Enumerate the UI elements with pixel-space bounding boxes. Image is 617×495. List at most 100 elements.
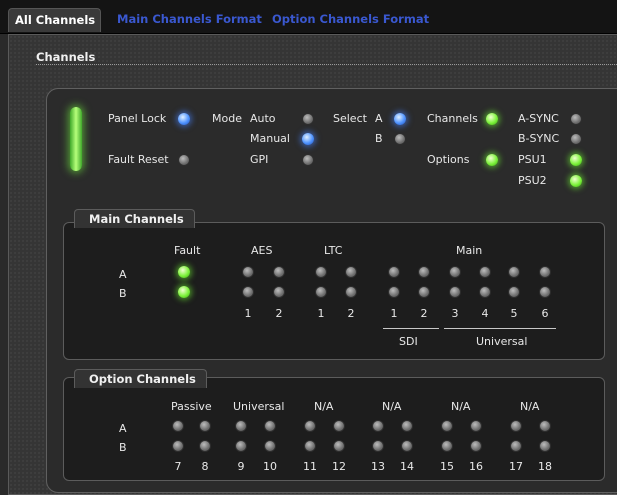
option-ch16-number: 16 bbox=[469, 460, 483, 473]
mode-manual-label: Manual bbox=[250, 132, 290, 145]
main-5-number: 5 bbox=[510, 307, 518, 320]
option-ch13-a-led bbox=[372, 420, 384, 432]
main-3-b-led bbox=[449, 286, 461, 298]
panel-lock-led[interactable] bbox=[178, 113, 190, 125]
option-ch16-b-led bbox=[470, 440, 482, 452]
sdi-divider bbox=[383, 328, 439, 329]
option-ch8-b-led bbox=[199, 440, 211, 452]
option-ch9-number: 9 bbox=[237, 460, 245, 473]
option-ch7-a-led bbox=[172, 420, 184, 432]
option-ch18-number: 18 bbox=[538, 460, 552, 473]
ltc-2-b-led bbox=[345, 286, 357, 298]
fault-reset-led[interactable] bbox=[178, 154, 190, 166]
option-ch18-a-led bbox=[539, 420, 551, 432]
ltc-2-a-led bbox=[345, 266, 357, 278]
psu2-label: PSU2 bbox=[518, 174, 547, 187]
option-ch17-a-led bbox=[510, 420, 522, 432]
fault-reset-label: Fault Reset bbox=[108, 153, 169, 166]
option-ch12-number: 12 bbox=[332, 460, 346, 473]
tab-all-channels[interactable]: All Channels bbox=[8, 8, 101, 32]
main-row-b-label: B bbox=[119, 287, 127, 300]
mode-gpi-led[interactable] bbox=[302, 154, 314, 166]
option-row-a-label: A bbox=[119, 422, 127, 435]
mode-auto-led[interactable] bbox=[302, 113, 314, 125]
option-ch13-number: 13 bbox=[371, 460, 385, 473]
main-4-b-led bbox=[479, 286, 491, 298]
option-header-na-3: N/A bbox=[451, 400, 471, 413]
option-header-universal: Universal bbox=[233, 400, 285, 413]
option-ch17-number: 17 bbox=[509, 460, 523, 473]
sdi-label: SDI bbox=[399, 335, 418, 348]
fault-header: Fault bbox=[174, 244, 201, 257]
main-1-b-led bbox=[388, 286, 400, 298]
psu2-led bbox=[570, 175, 582, 187]
option-ch11-b-led bbox=[304, 440, 316, 452]
main-channels-title: Main Channels bbox=[74, 209, 195, 228]
section-title: Channels bbox=[36, 50, 96, 64]
select-b-led[interactable] bbox=[394, 133, 406, 145]
option-ch10-a-led bbox=[264, 420, 276, 432]
mode-label: Mode bbox=[212, 112, 242, 125]
power-bar-led bbox=[70, 107, 82, 171]
option-ch13-b-led bbox=[372, 440, 384, 452]
main-3-number: 3 bbox=[451, 307, 459, 320]
option-ch17-b-led bbox=[510, 440, 522, 452]
option-ch15-a-led bbox=[441, 420, 453, 432]
select-a-label: A bbox=[375, 112, 383, 125]
option-ch10-number: 10 bbox=[263, 460, 277, 473]
option-ch8-number: 8 bbox=[201, 460, 209, 473]
main-header: Main bbox=[456, 244, 483, 257]
main-6-a-led bbox=[539, 266, 551, 278]
mode-manual-led[interactable] bbox=[302, 133, 314, 145]
main-5-a-led bbox=[508, 266, 520, 278]
option-ch12-a-led bbox=[333, 420, 345, 432]
fault-b-led bbox=[178, 286, 190, 298]
fault-a-led bbox=[178, 266, 190, 278]
aes-1-b-led bbox=[242, 286, 254, 298]
select-a-led[interactable] bbox=[394, 113, 406, 125]
main-6-b-led bbox=[539, 286, 551, 298]
option-ch9-a-led bbox=[235, 420, 247, 432]
b-sync-led bbox=[570, 133, 582, 145]
option-ch10-b-led bbox=[264, 440, 276, 452]
option-ch12-b-led bbox=[333, 440, 345, 452]
options-status-led bbox=[486, 154, 498, 166]
option-header-na-1: N/A bbox=[314, 400, 334, 413]
ltc-1-a-led bbox=[315, 266, 327, 278]
option-channels-title: Option Channels bbox=[74, 369, 207, 388]
a-sync-led bbox=[570, 113, 582, 125]
main-2-b-led bbox=[418, 286, 430, 298]
option-header-na-4: N/A bbox=[520, 400, 540, 413]
option-ch14-b-led bbox=[401, 440, 413, 452]
ltc-2-number: 2 bbox=[347, 307, 355, 320]
main-5-b-led bbox=[508, 286, 520, 298]
tab-main-channels-format[interactable]: Main Channels Format bbox=[117, 8, 262, 32]
title-divider bbox=[36, 64, 617, 65]
option-ch9-b-led bbox=[235, 440, 247, 452]
main-2-number: 2 bbox=[420, 307, 428, 320]
aes-2-number: 2 bbox=[275, 307, 283, 320]
main-6-number: 6 bbox=[541, 307, 549, 320]
b-sync-label: B-SYNC bbox=[518, 132, 560, 145]
mode-gpi-label: GPI bbox=[250, 153, 269, 166]
main-2-a-led bbox=[418, 266, 430, 278]
option-ch15-b-led bbox=[441, 440, 453, 452]
psu1-label: PSU1 bbox=[518, 153, 547, 166]
option-ch14-a-led bbox=[401, 420, 413, 432]
aes-2-b-led bbox=[273, 286, 285, 298]
option-header-na-2: N/A bbox=[382, 400, 402, 413]
channels-status-label: Channels bbox=[427, 112, 478, 125]
ltc-1-b-led bbox=[315, 286, 327, 298]
main-4-a-led bbox=[479, 266, 491, 278]
mode-auto-label: Auto bbox=[250, 112, 276, 125]
option-ch11-number: 11 bbox=[303, 460, 317, 473]
option-ch15-number: 15 bbox=[440, 460, 454, 473]
option-ch16-a-led bbox=[470, 420, 482, 432]
a-sync-label: A-SYNC bbox=[518, 112, 559, 125]
ltc-header: LTC bbox=[324, 244, 343, 257]
select-label: Select bbox=[333, 112, 367, 125]
option-ch8-a-led bbox=[199, 420, 211, 432]
main-row-a-label: A bbox=[119, 268, 127, 281]
tab-option-channels-format[interactable]: Option Channels Format bbox=[272, 8, 429, 32]
universal-label: Universal bbox=[476, 335, 528, 348]
